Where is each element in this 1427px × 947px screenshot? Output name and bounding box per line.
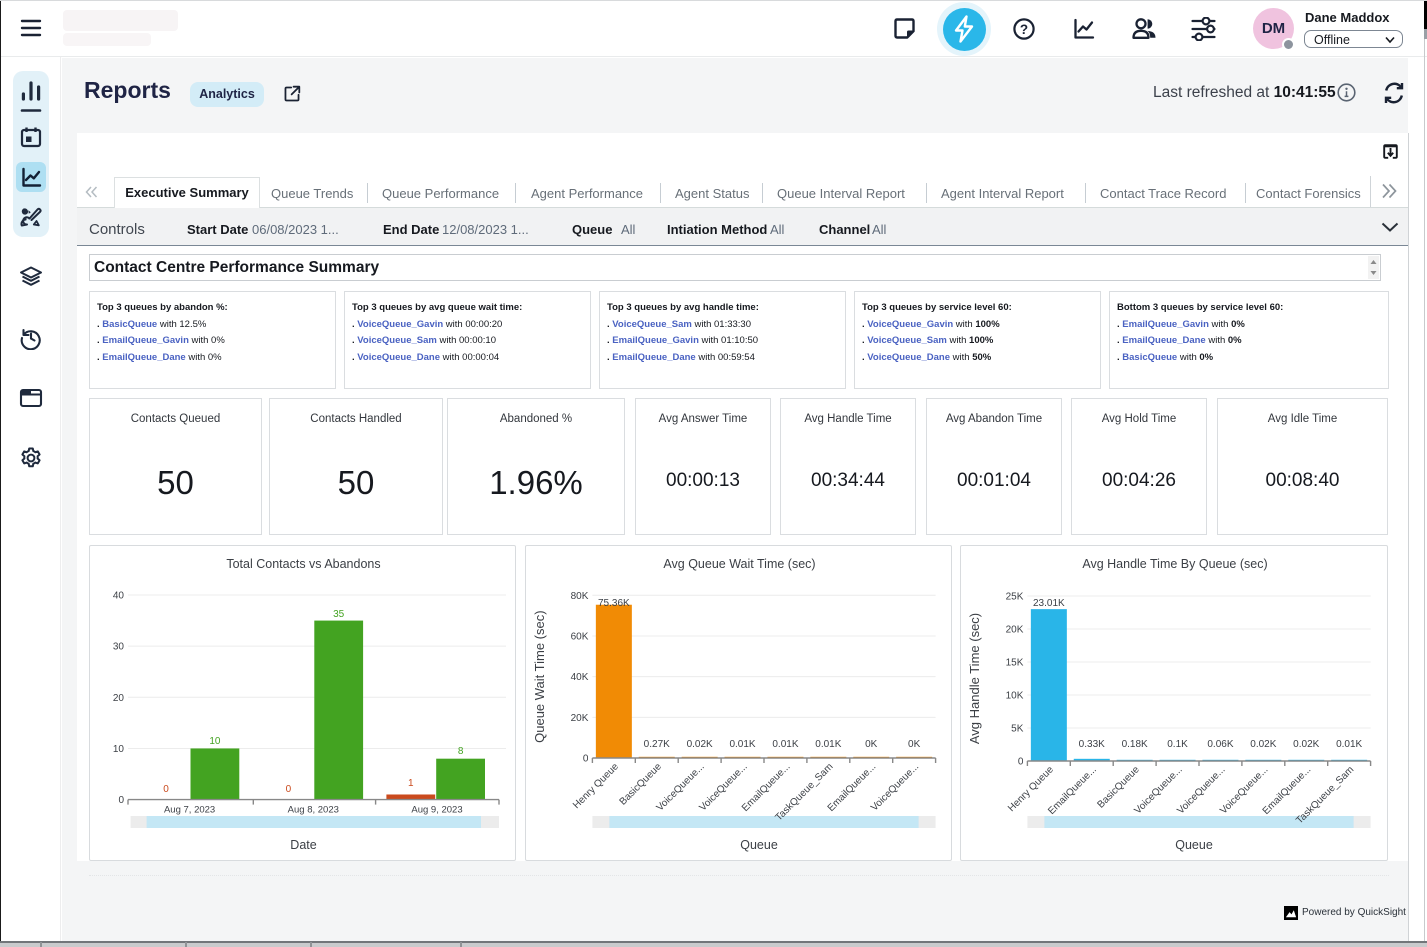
svg-text:Queue: Queue (1175, 838, 1213, 852)
svg-text:Total Contacts vs Abandons: Total Contacts vs Abandons (226, 557, 380, 571)
svg-text:15K: 15K (1006, 658, 1024, 669)
svg-text:23.01K: 23.01K (1033, 598, 1065, 609)
svg-text:Avg Handle Time By Queue (sec): Avg Handle Time By Queue (sec) (1082, 557, 1267, 571)
svg-text:0K: 0K (865, 739, 878, 750)
svg-text:75.36K: 75.36K (598, 598, 630, 609)
svg-text:35: 35 (333, 609, 345, 620)
svg-text:0.01K: 0.01K (815, 739, 841, 750)
svg-text:30: 30 (113, 642, 125, 653)
svg-text:40K: 40K (571, 672, 589, 683)
svg-text:0.01K: 0.01K (1336, 739, 1362, 750)
svg-text:Queue Wait Time (sec): Queue Wait Time (sec) (532, 610, 547, 742)
svg-text:Henry Queue: Henry Queue (571, 761, 621, 811)
svg-text:0: 0 (163, 784, 169, 795)
svg-text:25K: 25K (1006, 592, 1024, 603)
svg-text:1: 1 (408, 778, 414, 789)
svg-text:Avg Handle Time (sec): Avg Handle Time (sec) (967, 613, 982, 744)
svg-text:0.18K: 0.18K (1122, 739, 1148, 750)
svg-text:?: ? (1020, 22, 1028, 37)
svg-text:8: 8 (458, 746, 464, 757)
svg-text:5K: 5K (1011, 724, 1024, 735)
svg-text:0: 0 (583, 754, 589, 765)
svg-text:20K: 20K (571, 713, 589, 724)
svg-text:0.33K: 0.33K (1079, 739, 1105, 750)
svg-text:BasicQueue: BasicQueue (1095, 764, 1142, 811)
svg-text:Queue: Queue (740, 838, 778, 852)
svg-text:0.06K: 0.06K (1207, 739, 1233, 750)
svg-text:0: 0 (286, 784, 292, 795)
svg-text:0.27K: 0.27K (644, 739, 670, 750)
svg-text:BasicQueue: BasicQueue (618, 761, 665, 808)
svg-text:60K: 60K (571, 631, 589, 642)
svg-text:0.02K: 0.02K (1250, 739, 1276, 750)
svg-text:0K: 0K (908, 739, 921, 750)
svg-text:0: 0 (118, 795, 124, 806)
svg-text:0.02K: 0.02K (687, 739, 713, 750)
svg-text:Aug 9, 2023: Aug 9, 2023 (411, 805, 462, 816)
svg-text:Avg Queue Wait Time (sec): Avg Queue Wait Time (sec) (663, 557, 815, 571)
svg-text:Aug 7, 2023: Aug 7, 2023 (164, 805, 215, 816)
svg-text:0.01K: 0.01K (772, 739, 798, 750)
svg-text:10: 10 (113, 744, 125, 755)
svg-text:0.02K: 0.02K (1293, 739, 1319, 750)
svg-text:Date: Date (290, 838, 316, 852)
svg-text:Aug 8, 2023: Aug 8, 2023 (288, 805, 339, 816)
svg-text:0.01K: 0.01K (729, 739, 755, 750)
svg-text:10K: 10K (1006, 691, 1024, 702)
svg-text:10: 10 (209, 736, 221, 747)
svg-text:80K: 80K (571, 591, 589, 602)
svg-text:40: 40 (113, 591, 125, 602)
svg-text:20K: 20K (1006, 625, 1024, 636)
svg-text:0: 0 (1018, 757, 1024, 768)
svg-text:20: 20 (113, 693, 125, 704)
svg-text:0.1K: 0.1K (1167, 739, 1188, 750)
